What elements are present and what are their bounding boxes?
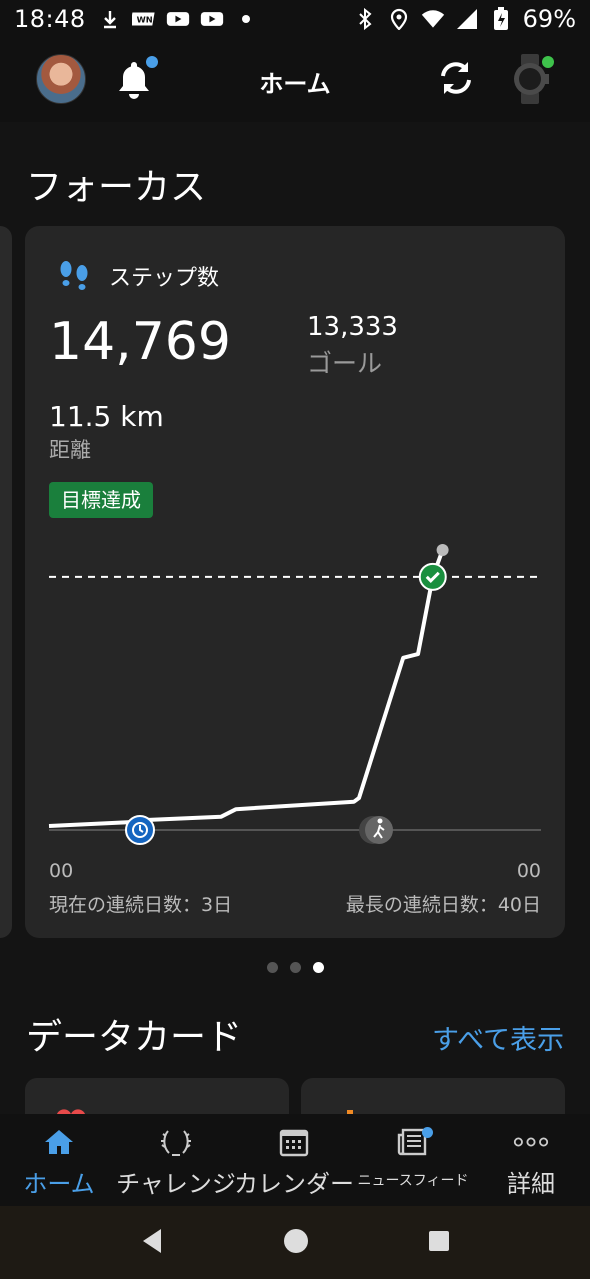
nav-item-home[interactable]: ホーム (18, 1114, 100, 1206)
nav-item-calendar[interactable]: カレンダー (234, 1114, 354, 1206)
more-notifications-dot-icon (234, 8, 258, 30)
pager-dot[interactable] (312, 962, 324, 973)
status-time: 18:48 (14, 5, 86, 33)
calendar-icon (276, 1124, 312, 1160)
more-icon (513, 1124, 549, 1160)
bottom-navigation: ホーム チャレンジ カレンダー ニュースフィード 詳細 (0, 1114, 590, 1206)
status-bar: 18:48 WN 69% (0, 0, 590, 38)
steps-chart (48, 544, 541, 845)
page-title: ホーム (259, 70, 331, 98)
chart-axis-start-label: 00 (49, 860, 74, 882)
longest-streak-text: 最長の連続日数：40日 (345, 894, 541, 916)
sync-icon[interactable] (434, 56, 478, 100)
battery-charging-icon (489, 7, 513, 30)
main-content: フォーカス ステップ数 14,769 13,333 ゴール 11.5 km 距離… (0, 122, 590, 1138)
nav-item-challenges[interactable]: チャレンジ (116, 1114, 236, 1206)
back-icon[interactable] (139, 1227, 165, 1259)
newsfeed-badge-dot (422, 1127, 433, 1138)
app-header: ホーム (0, 38, 590, 122)
goal-reached-check-icon (418, 562, 447, 591)
laurel-icon (158, 1124, 194, 1160)
nav-label-home: ホーム (23, 1170, 95, 1198)
pager-dot[interactable] (266, 962, 278, 973)
steps-card[interactable]: ステップ数 14,769 13,333 ゴール 11.5 km 距離 目標達成 (25, 226, 565, 938)
bluetooth-icon (353, 8, 377, 30)
steps-value: 14,769 (49, 312, 231, 372)
cell-signal-icon (455, 8, 479, 30)
chart-axis-end-label: 00 (516, 860, 541, 882)
status-notification-icons: WN (98, 8, 258, 30)
steps-card-label: ステップ数 (109, 266, 220, 291)
data-cards-section-title: データカード (26, 1017, 243, 1058)
device-connected-dot (542, 56, 554, 68)
status-system-icons: 69% (353, 5, 576, 33)
recents-square-icon[interactable] (427, 1229, 451, 1257)
current-streak-text: 現在の連続日数：3日 (49, 894, 233, 916)
focus-section-title: フォーカス (26, 167, 207, 208)
location-icon (387, 8, 411, 30)
nav-label-calendar: カレンダー (234, 1170, 354, 1198)
goal-achieved-badge: 目標達成 (49, 482, 153, 518)
nav-item-newsfeed[interactable]: ニュースフィード (356, 1114, 470, 1206)
card-pager-dots[interactable] (0, 962, 590, 973)
wn-app-icon: WN (131, 8, 156, 30)
wifi-icon (421, 8, 445, 30)
home-circle-icon[interactable] (282, 1227, 310, 1259)
clock-marker-icon (125, 815, 155, 845)
footsteps-icon (57, 258, 91, 292)
nav-label-challenges: チャレンジ (116, 1170, 236, 1198)
home-icon (41, 1124, 77, 1160)
distance-value: 11.5 km (49, 400, 164, 433)
goal-value: 13,333 (307, 312, 398, 342)
goal-label: ゴール (307, 349, 383, 378)
see-all-link[interactable]: すべて表示 (432, 1018, 564, 1057)
walking-activity-marker-icon (359, 816, 393, 844)
current-steps-endpoint (436, 544, 449, 556)
youtube-icon (166, 8, 190, 30)
steps-series-line (48, 549, 445, 828)
download-icon (98, 8, 122, 30)
nav-label-newsfeed: ニュースフィード (357, 1173, 469, 1189)
distance-label: 距離 (49, 438, 91, 462)
previous-card-peek[interactable] (0, 226, 12, 938)
system-navigation-bar (0, 1206, 590, 1279)
nav-label-more: 詳細 (507, 1170, 555, 1198)
battery-percent: 69% (522, 5, 576, 33)
nav-item-more[interactable]: 詳細 (492, 1114, 570, 1206)
youtube-icon (200, 8, 224, 30)
pager-dot[interactable] (289, 962, 301, 973)
svg-text:WN: WN (136, 15, 152, 25)
